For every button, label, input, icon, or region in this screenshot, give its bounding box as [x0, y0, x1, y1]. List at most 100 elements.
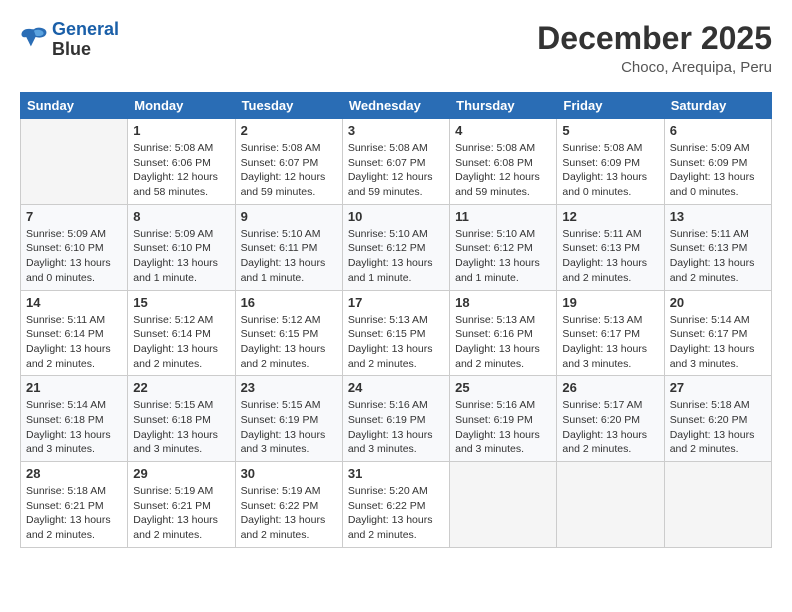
calendar-week-row: 21 Sunrise: 5:14 AMSunset: 6:18 PMDayligh… — [21, 376, 772, 462]
calendar-cell: 14 Sunrise: 5:11 AMSunset: 6:14 PMDayligh… — [21, 290, 128, 376]
calendar-cell: 16 Sunrise: 5:12 AMSunset: 6:15 PMDayligh… — [235, 290, 342, 376]
weekday-header-wednesday: Wednesday — [342, 93, 449, 119]
day-info: Sunrise: 5:12 AMSunset: 6:14 PMDaylight:… — [133, 313, 229, 372]
day-info: Sunrise: 5:20 AMSunset: 6:22 PMDaylight:… — [348, 484, 444, 543]
calendar-cell: 7 Sunrise: 5:09 AMSunset: 6:10 PMDaylight… — [21, 204, 128, 290]
day-info: Sunrise: 5:13 AMSunset: 6:15 PMDaylight:… — [348, 313, 444, 372]
day-number: 30 — [241, 466, 337, 481]
weekday-header-monday: Monday — [128, 93, 235, 119]
day-info: Sunrise: 5:10 AMSunset: 6:11 PMDaylight:… — [241, 227, 337, 286]
calendar-cell: 4Sunrise: 5:08 AMSunset: 6:08 PMDaylight… — [450, 119, 557, 205]
day-info: Sunrise: 5:08 AMSunset: 6:06 PMDaylight:… — [133, 141, 229, 200]
day-info: Sunrise: 5:09 AMSunset: 6:09 PMDaylight:… — [670, 141, 766, 200]
day-number: 9 — [241, 209, 337, 224]
day-info: Sunrise: 5:08 AMSunset: 6:08 PMDaylight:… — [455, 141, 551, 200]
calendar-cell: 13 Sunrise: 5:11 AMSunset: 6:13 PMDayligh… — [664, 204, 771, 290]
day-info: Sunrise: 5:08 AMSunset: 6:07 PMDaylight:… — [348, 141, 444, 200]
day-number: 16 — [241, 295, 337, 310]
calendar-cell: 9 Sunrise: 5:10 AMSunset: 6:11 PMDaylight… — [235, 204, 342, 290]
title-block: December 2025 Choco, Arequipa, Peru — [537, 20, 772, 76]
day-info: Sunrise: 5:19 AMSunset: 6:21 PMDaylight:… — [133, 484, 229, 543]
day-number: 8 — [133, 209, 229, 224]
calendar-table: SundayMondayTuesdayWednesdayThursdayFrid… — [20, 92, 772, 548]
day-info: Sunrise: 5:11 AMSunset: 6:13 PMDaylight:… — [670, 227, 766, 286]
calendar-cell: 17 Sunrise: 5:13 AMSunset: 6:15 PMDayligh… — [342, 290, 449, 376]
day-info: Sunrise: 5:10 AMSunset: 6:12 PMDaylight:… — [455, 227, 551, 286]
location: Choco, Arequipa, Peru — [537, 59, 772, 76]
calendar-week-row: 1Sunrise: 5:08 AMSunset: 6:06 PMDaylight… — [21, 119, 772, 205]
day-info: Sunrise: 5:12 AMSunset: 6:15 PMDaylight:… — [241, 313, 337, 372]
day-number: 14 — [26, 295, 122, 310]
day-info: Sunrise: 5:08 AMSunset: 6:07 PMDaylight:… — [241, 141, 337, 200]
page-header: GeneralBlue December 2025 Choco, Arequip… — [20, 20, 772, 76]
day-info: Sunrise: 5:09 AMSunset: 6:10 PMDaylight:… — [26, 227, 122, 286]
calendar-cell — [664, 462, 771, 548]
day-info: Sunrise: 5:18 AMSunset: 6:20 PMDaylight:… — [670, 398, 766, 457]
calendar-cell: 24 Sunrise: 5:16 AMSunset: 6:19 PMDayligh… — [342, 376, 449, 462]
day-number: 13 — [670, 209, 766, 224]
day-info: Sunrise: 5:08 AMSunset: 6:09 PMDaylight:… — [562, 141, 658, 200]
calendar-cell: 6 Sunrise: 5:09 AMSunset: 6:09 PMDaylight… — [664, 119, 771, 205]
day-number: 24 — [348, 380, 444, 395]
calendar-header-row: SundayMondayTuesdayWednesdayThursdayFrid… — [21, 93, 772, 119]
calendar-cell: 23Sunrise: 5:15 AMSunset: 6:19 PMDayligh… — [235, 376, 342, 462]
day-info: Sunrise: 5:09 AMSunset: 6:10 PMDaylight:… — [133, 227, 229, 286]
day-info: Sunrise: 5:19 AMSunset: 6:22 PMDaylight:… — [241, 484, 337, 543]
day-number: 10 — [348, 209, 444, 224]
day-info: Sunrise: 5:11 AMSunset: 6:14 PMDaylight:… — [26, 313, 122, 372]
calendar-cell: 2 Sunrise: 5:08 AMSunset: 6:07 PMDaylight… — [235, 119, 342, 205]
day-number: 15 — [133, 295, 229, 310]
calendar-cell — [21, 119, 128, 205]
day-number: 12 — [562, 209, 658, 224]
day-info: Sunrise: 5:18 AMSunset: 6:21 PMDaylight:… — [26, 484, 122, 543]
day-number: 3 — [348, 123, 444, 138]
calendar-cell: 26Sunrise: 5:17 AMSunset: 6:20 PMDayligh… — [557, 376, 664, 462]
calendar-cell: 8 Sunrise: 5:09 AMSunset: 6:10 PMDaylight… — [128, 204, 235, 290]
calendar-cell — [450, 462, 557, 548]
calendar-week-row: 28 Sunrise: 5:18 AMSunset: 6:21 PMDayligh… — [21, 462, 772, 548]
weekday-header-tuesday: Tuesday — [235, 93, 342, 119]
weekday-header-thursday: Thursday — [450, 93, 557, 119]
day-number: 27 — [670, 380, 766, 395]
calendar-week-row: 14 Sunrise: 5:11 AMSunset: 6:14 PMDayligh… — [21, 290, 772, 376]
calendar-cell: 3 Sunrise: 5:08 AMSunset: 6:07 PMDaylight… — [342, 119, 449, 205]
calendar-cell: 19Sunrise: 5:13 AMSunset: 6:17 PMDayligh… — [557, 290, 664, 376]
day-number: 23 — [241, 380, 337, 395]
day-number: 19 — [562, 295, 658, 310]
day-number: 21 — [26, 380, 122, 395]
day-number: 11 — [455, 209, 551, 224]
day-info: Sunrise: 5:16 AMSunset: 6:19 PMDaylight:… — [348, 398, 444, 457]
calendar-cell: 12 Sunrise: 5:11 AMSunset: 6:13 PMDayligh… — [557, 204, 664, 290]
calendar-cell: 5Sunrise: 5:08 AMSunset: 6:09 PMDaylight… — [557, 119, 664, 205]
calendar-cell: 31 Sunrise: 5:20 AMSunset: 6:22 PMDayligh… — [342, 462, 449, 548]
day-number: 31 — [348, 466, 444, 481]
month-title: December 2025 — [537, 20, 772, 57]
weekday-header-friday: Friday — [557, 93, 664, 119]
calendar-cell: 11 Sunrise: 5:10 AMSunset: 6:12 PMDayligh… — [450, 204, 557, 290]
calendar-cell: 30 Sunrise: 5:19 AMSunset: 6:22 PMDayligh… — [235, 462, 342, 548]
weekday-header-saturday: Saturday — [664, 93, 771, 119]
day-number: 18 — [455, 295, 551, 310]
day-info: Sunrise: 5:15 AMSunset: 6:18 PMDaylight:… — [133, 398, 229, 457]
calendar-cell — [557, 462, 664, 548]
calendar-cell: 27 Sunrise: 5:18 AMSunset: 6:20 PMDayligh… — [664, 376, 771, 462]
day-number: 7 — [26, 209, 122, 224]
day-info: Sunrise: 5:13 AMSunset: 6:16 PMDaylight:… — [455, 313, 551, 372]
day-info: Sunrise: 5:14 AMSunset: 6:17 PMDaylight:… — [670, 313, 766, 372]
calendar-cell: 21 Sunrise: 5:14 AMSunset: 6:18 PMDayligh… — [21, 376, 128, 462]
day-number: 22 — [133, 380, 229, 395]
logo: GeneralBlue — [20, 20, 119, 60]
day-info: Sunrise: 5:14 AMSunset: 6:18 PMDaylight:… — [26, 398, 122, 457]
calendar-cell: 15 Sunrise: 5:12 AMSunset: 6:14 PMDayligh… — [128, 290, 235, 376]
calendar-cell: 29Sunrise: 5:19 AMSunset: 6:21 PMDayligh… — [128, 462, 235, 548]
day-info: Sunrise: 5:10 AMSunset: 6:12 PMDaylight:… — [348, 227, 444, 286]
day-number: 2 — [241, 123, 337, 138]
day-number: 17 — [348, 295, 444, 310]
calendar-cell: 28 Sunrise: 5:18 AMSunset: 6:21 PMDayligh… — [21, 462, 128, 548]
day-info: Sunrise: 5:11 AMSunset: 6:13 PMDaylight:… — [562, 227, 658, 286]
logo-icon — [20, 26, 48, 48]
day-number: 6 — [670, 123, 766, 138]
day-info: Sunrise: 5:17 AMSunset: 6:20 PMDaylight:… — [562, 398, 658, 457]
day-number: 28 — [26, 466, 122, 481]
calendar-cell: 20Sunrise: 5:14 AMSunset: 6:17 PMDayligh… — [664, 290, 771, 376]
